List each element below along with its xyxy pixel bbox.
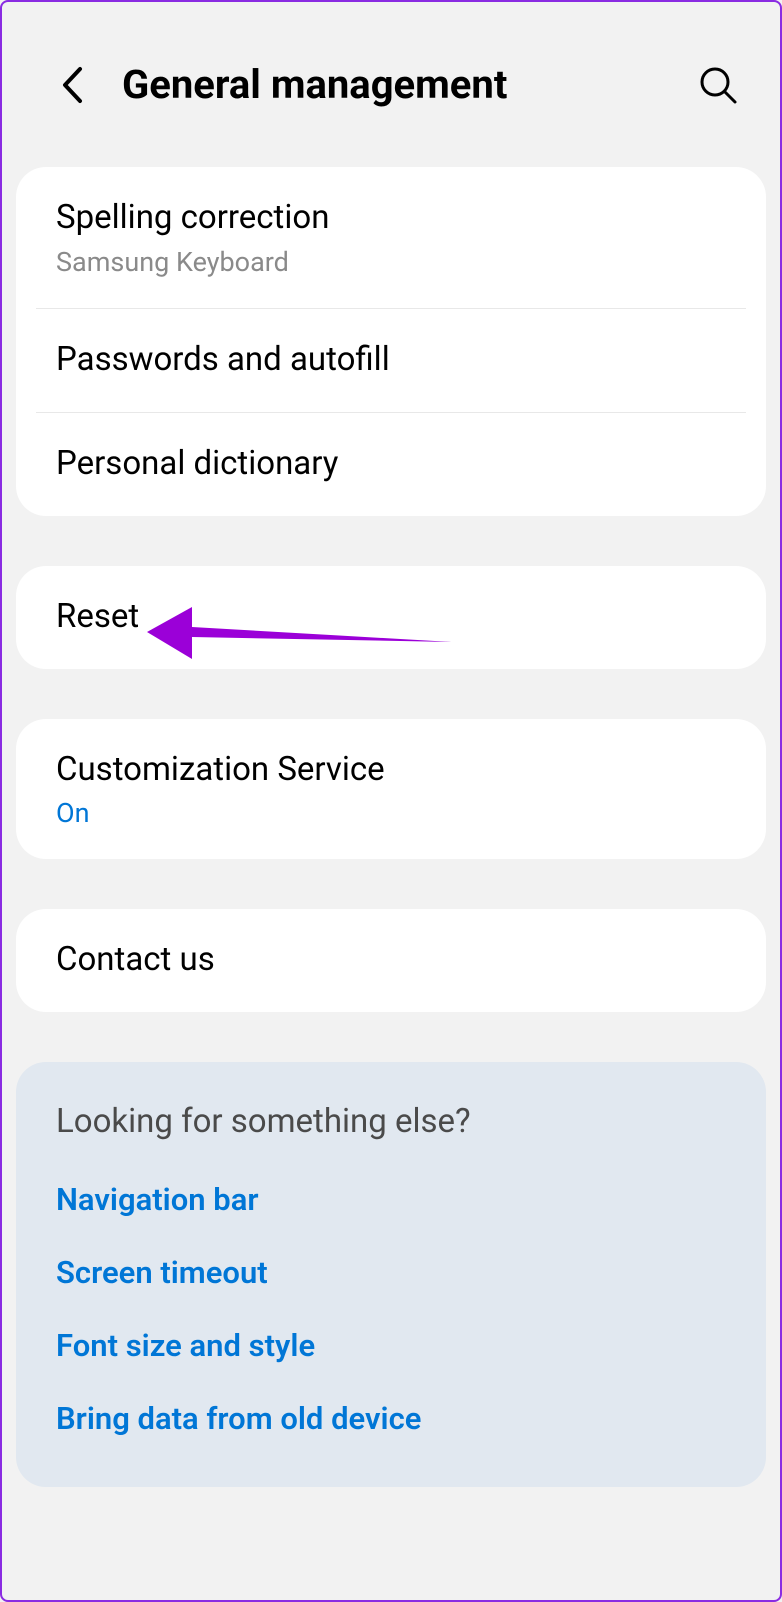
suggestion-bring-data[interactable]: Bring data from old device bbox=[56, 1400, 726, 1437]
settings-group-3: Customization Service On bbox=[16, 719, 766, 860]
personal-dictionary-item[interactable]: Personal dictionary bbox=[16, 413, 766, 516]
contact-us-item[interactable]: Contact us bbox=[16, 909, 766, 1012]
search-button[interactable] bbox=[696, 63, 740, 107]
suggestion-screen-timeout[interactable]: Screen timeout bbox=[56, 1254, 726, 1291]
item-label: Passwords and autofill bbox=[56, 339, 726, 382]
suggestion-font-size-style[interactable]: Font size and style bbox=[56, 1327, 726, 1364]
suggestion-navigation-bar[interactable]: Navigation bar bbox=[56, 1181, 726, 1218]
page-title: General management bbox=[122, 61, 696, 108]
suggestions-panel: Looking for something else? Navigation b… bbox=[16, 1062, 766, 1487]
item-label: Contact us bbox=[56, 939, 726, 982]
customization-service-item[interactable]: Customization Service On bbox=[16, 719, 766, 860]
spelling-correction-item[interactable]: Spelling correction Samsung Keyboard bbox=[16, 167, 766, 308]
item-label: Reset bbox=[56, 596, 726, 639]
item-label: Customization Service bbox=[56, 749, 726, 792]
chevron-left-icon bbox=[61, 66, 83, 104]
item-label: Personal dictionary bbox=[56, 443, 726, 486]
passwords-autofill-item[interactable]: Passwords and autofill bbox=[16, 309, 766, 412]
settings-group-2: Reset bbox=[16, 566, 766, 669]
header: General management bbox=[2, 2, 780, 167]
settings-group-1: Spelling correction Samsung Keyboard Pas… bbox=[16, 167, 766, 516]
reset-item[interactable]: Reset bbox=[16, 566, 766, 669]
item-sublabel: Samsung Keyboard bbox=[56, 246, 726, 278]
search-icon bbox=[698, 65, 738, 105]
item-label: Spelling correction bbox=[56, 197, 726, 240]
back-button[interactable] bbox=[52, 65, 92, 105]
item-status: On bbox=[56, 797, 726, 829]
suggestions-title: Looking for something else? bbox=[56, 1102, 726, 1141]
settings-group-4: Contact us bbox=[16, 909, 766, 1012]
